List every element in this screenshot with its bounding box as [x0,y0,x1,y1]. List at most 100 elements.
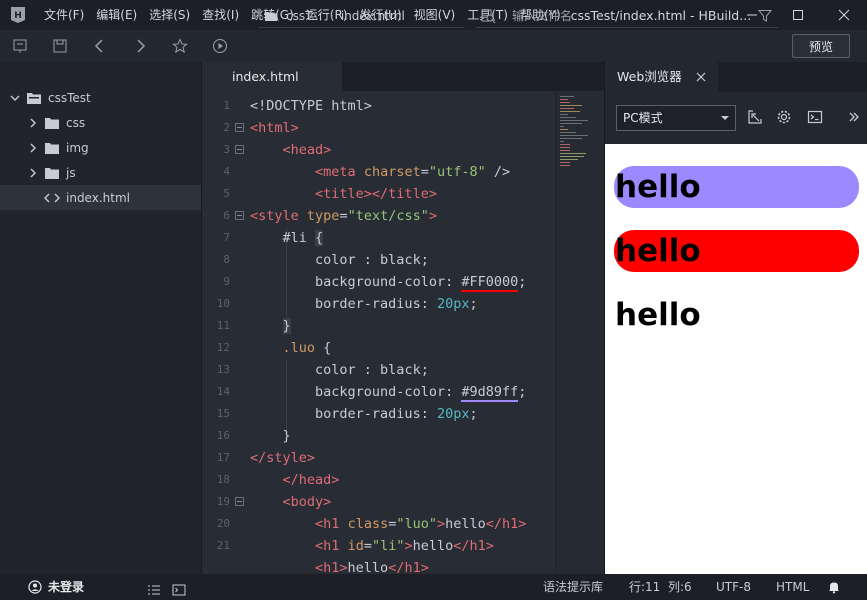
outline-toggle[interactable] [147,574,161,600]
tree-folder-css[interactable]: css [0,110,201,135]
minimap-line [560,99,568,100]
minimap-line [560,141,564,142]
fold-toggle-icon[interactable] [235,211,244,220]
device-mode-select[interactable]: PC模式 [616,105,736,131]
line-number: 20 [216,517,230,530]
svg-text:H: H [14,11,22,21]
forward-button[interactable] [120,30,160,62]
close-icon [838,9,850,21]
browser-tab-bar: Web浏览器 [604,62,867,92]
filter-icon[interactable] [758,9,772,23]
browser-toolbar: PC模式 [604,92,867,144]
line-number: 16 [216,429,230,442]
main-toolbar [0,30,867,62]
minimap-line [560,96,574,97]
preview-button[interactable]: 预览 [792,34,850,58]
breadcrumb-file[interactable]: index.html [341,9,405,23]
hbuilder-window: H 文件(F) 编辑(E) 选择(S) 查找(I) 跳转(G) 运行(R) 发行… [0,0,867,600]
line-number: 1 [223,99,230,112]
folder-icon [265,11,277,21]
more-button[interactable] [845,108,863,126]
file-search-icon [481,9,496,23]
chevron-right-icon [30,168,36,177]
editor-tab-bar: index.html [202,62,604,91]
tree-folder-img[interactable]: img [0,135,201,160]
tab-index-html[interactable]: index.html [202,62,342,91]
code-line: 3 <head> [202,139,555,161]
code-line: 7 #li { [202,227,555,249]
code-line: 21 <h1 id="li">hello</h1> [202,535,555,557]
minimap-line [560,105,582,106]
minimap-line [560,129,568,130]
list-icon [148,585,160,595]
status-bar: 未登录 语法提示库 行:11 列:6 UTF-8 HTML [0,574,867,600]
tab-web-browser[interactable]: Web浏览器 [605,62,718,92]
file-search-input[interactable] [512,8,752,23]
code-line: 16 } [202,425,555,447]
star-icon [172,38,188,54]
minimap-line [560,138,582,139]
cursor-line[interactable]: 行:11 [629,574,660,600]
code-minimap[interactable] [555,91,604,574]
code-line: 2 <html> [202,117,555,139]
fold-toggle-icon[interactable] [235,123,244,132]
browser-settings-button[interactable] [775,108,793,126]
minimap-line [560,159,578,160]
run-button[interactable] [200,30,240,62]
tree-label: cssTest [48,90,91,105]
file-language[interactable]: HTML [776,574,809,600]
code-editor[interactable]: 1 <!DOCTYPE html> 2 <html> 3 <head> 4 <met… [202,91,604,574]
chevron-double-right-icon [849,112,859,122]
fold-toggle-icon[interactable] [235,145,244,154]
line-number: 9 [223,275,230,288]
tree-folder-js[interactable]: js [0,160,201,185]
browser-viewport[interactable]: hello hello hello [604,144,867,574]
save-button[interactable] [40,30,80,62]
tree-project-root[interactable]: cssTest [0,85,201,110]
line-number: 5 [223,187,230,200]
line-number: 10 [216,297,230,310]
menu-file[interactable]: 文件(F) [38,0,90,30]
menu-find[interactable]: 查找(I) [196,0,245,30]
terminal-toggle[interactable] [172,574,186,600]
minimap-line [560,135,588,136]
minimap-line [560,108,574,109]
code-line: 11 } [202,315,555,337]
minimap-line [560,162,570,163]
gear-icon [777,110,791,124]
favorite-button[interactable] [160,30,200,62]
hbuilder-logo-icon: H [11,7,25,23]
line-number: 4 [223,165,230,178]
menu-select[interactable]: 选择(S) [143,0,196,30]
maximize-button[interactable] [775,0,821,30]
code-line: 15 border-radius: 20px; [202,403,555,425]
tree-file-index[interactable]: index.html [0,185,201,210]
close-button[interactable] [821,0,867,30]
code-line: 1 <!DOCTYPE html> [202,95,555,117]
chevron-right-icon [30,118,36,127]
line-number: 15 [216,407,230,420]
minimap-line [560,144,570,145]
cursor-column[interactable]: 列:6 [668,574,692,600]
line-number: 8 [223,253,230,266]
console-button[interactable] [806,108,824,126]
bell-icon [829,582,839,594]
syntax-hint-library[interactable]: 语法提示库 [543,574,603,600]
code-file-icon [44,193,60,202]
file-encoding[interactable]: UTF-8 [716,574,751,600]
terminal-icon [807,110,823,124]
line-number: 3 [223,143,230,156]
close-icon[interactable] [695,71,707,83]
breadcrumb-project[interactable]: cssT... [286,9,322,23]
back-button[interactable] [80,30,120,62]
new-file-button[interactable] [0,30,40,62]
menu-edit[interactable]: 编辑(E) [90,0,143,30]
login-status[interactable]: 未登录 [28,574,84,600]
line-number: 11 [216,319,230,332]
maximize-icon [793,10,803,20]
fold-toggle-icon[interactable] [235,497,244,506]
notifications-button[interactable] [827,574,841,600]
open-external-button[interactable] [746,108,764,126]
code-line: 13 color : black; [202,359,555,381]
code-line: 12 .luo { [202,337,555,359]
